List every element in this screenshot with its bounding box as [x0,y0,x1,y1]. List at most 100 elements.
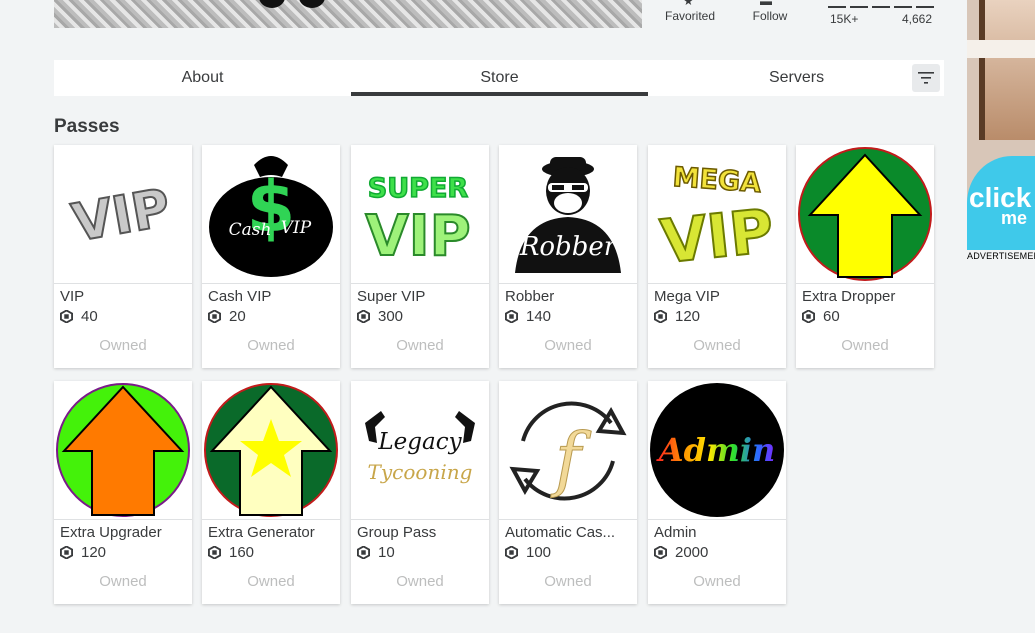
pass-card[interactable]: MEGA VIP Mega VIP 120 Owned [648,145,786,368]
favorite-label: Favorited [664,9,716,23]
follow-label: Follow [752,9,788,23]
pass-name: Robber [505,288,555,305]
ad-stripe [967,40,1035,58]
pass-name: Extra Generator [208,524,315,541]
upvote-count: 15K+ [830,12,859,26]
pass-status: Owned [544,573,592,590]
svg-text:Cash: Cash [229,220,272,240]
pass-price-value: 20 [229,308,246,325]
tab-bar: About Store Servers [54,60,944,96]
super-vip-pass-icon: SUPER VIP [351,145,489,284]
ad-figure [979,0,1035,140]
robux-icon [654,310,667,323]
pass-card[interactable]: Extra Dropper 60 Owned [796,145,934,368]
pass-status: Owned [841,337,889,354]
pass-status: Owned [396,337,444,354]
vip-pass-icon: VIP [54,145,192,284]
extra-generator-pass-icon [202,381,340,520]
pass-status: Owned [247,337,295,354]
pass-card[interactable]: Robber Robber 140 Owned [499,145,637,368]
robux-icon [802,310,815,323]
pass-card[interactable]: SUPER VIP Super VIP 300 Owned [351,145,489,368]
follow-icon: ▬ [760,0,772,8]
pass-price: 100 [505,544,551,561]
pass-card[interactable]: f Automatic Cas... 100 Owned [499,381,637,604]
ad-text-2: me [1001,208,1028,228]
pass-name: Admin [654,524,697,541]
pass-price: 60 [802,308,840,325]
robux-icon [505,310,518,323]
pass-card[interactable]: Extra Generator 160 Owned [202,381,340,604]
svg-text:MEGA: MEGA [672,162,762,199]
pass-card[interactable]: Admin Admin 2000 Owned [648,381,786,604]
pass-price-value: 60 [823,308,840,325]
robux-icon [60,310,73,323]
cash-vip-pass-icon: $ Cash VIP [202,145,340,284]
game-banner-image [54,0,642,28]
robux-icon [654,546,667,559]
filter-icon [918,72,934,84]
svg-text:Tycooning: Tycooning [368,460,473,484]
tab-about[interactable]: About [54,60,351,96]
pass-price: 160 [208,544,254,561]
pass-status: Owned [247,573,295,590]
pass-name: Mega VIP [654,288,720,305]
pass-card[interactable]: $ Cash VIP Cash VIP 20 Owned [202,145,340,368]
tab-store-label: Store [480,69,519,86]
pass-status: Owned [693,573,741,590]
robux-icon [208,310,221,323]
pass-name: VIP [60,288,85,305]
passes-grid: VIP VIP 40 Owned $ Cash VIP Cash VIP 20 … [54,145,944,625]
svg-text:Robber: Robber [519,232,618,262]
advertisement-banner[interactable]: click me [967,0,1035,250]
section-title-passes: Passes [54,116,120,137]
svg-text:VIP: VIP [281,218,312,238]
pass-card[interactable]: Extra Upgrader 120 Owned [54,381,192,604]
pass-price: 2000 [654,544,708,561]
pass-card[interactable]: VIP VIP 40 Owned [54,145,192,368]
tab-store[interactable]: Store [351,60,648,96]
pass-price: 20 [208,308,246,325]
robber-pass-icon: Robber [499,145,637,284]
downvote-count: 4,662 [901,12,932,26]
pass-price-value: 160 [229,544,255,561]
tab-about-label: About [181,69,224,86]
pass-price-value: 2000 [675,544,709,561]
pass-price-value: 40 [81,308,98,325]
pass-status: Owned [99,337,147,354]
mega-vip-pass-icon: MEGA VIP [648,145,786,284]
pass-price-value: 10 [378,544,395,561]
pass-price-value: 140 [526,308,552,325]
pass-price: 120 [60,544,106,561]
robux-icon [357,546,370,559]
pass-name: Group Pass [357,524,437,541]
pass-price: 300 [357,308,403,325]
pass-price: 120 [654,308,700,325]
vote-ratio-bar [828,6,934,8]
star-icon: ★ [683,0,694,8]
group-pass-icon: Legacy Tycooning [351,381,489,520]
robux-icon [505,546,518,559]
pass-price: 40 [60,308,98,325]
pass-name: Extra Dropper [802,288,896,305]
admin-pass-icon: Admin [648,381,786,520]
pass-price: 140 [505,308,551,325]
svg-text:Admin: Admin [656,431,775,469]
pass-status: Owned [544,337,592,354]
pass-card[interactable]: Legacy Tycooning Group Pass 10 Owned [351,381,489,604]
pass-name: Super VIP [357,288,426,305]
filter-button[interactable] [912,64,940,92]
banner-shape [299,0,325,8]
extra-upgrader-pass-icon [54,381,192,520]
pass-status: Owned [99,573,147,590]
robux-icon [60,546,73,559]
tab-servers[interactable]: Servers [648,60,945,96]
svg-text:f: f [550,418,592,500]
pass-status: Owned [396,573,444,590]
svg-text:VIP: VIP [68,178,175,254]
svg-text:SUPER: SUPER [368,173,469,204]
extra-dropper-pass-icon [796,145,934,284]
pass-name: Extra Upgrader [60,524,162,541]
pass-price: 10 [357,544,395,561]
vote-bar: 15K+ 4,662 [828,0,934,30]
